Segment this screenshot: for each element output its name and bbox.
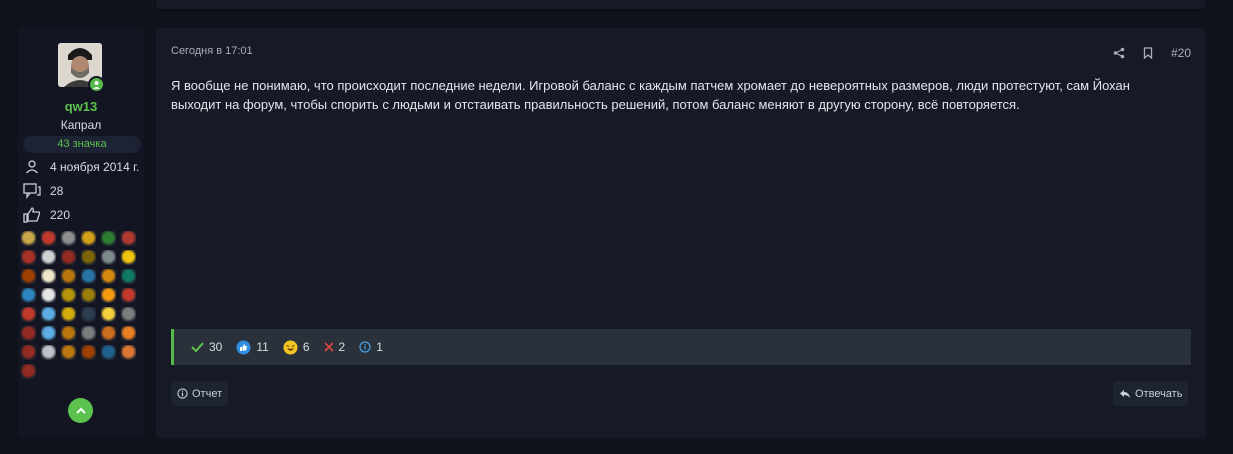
badge-icon[interactable] bbox=[81, 269, 96, 284]
stat-likes: 220 bbox=[21, 205, 70, 225]
reaction-item[interactable]: 30 bbox=[191, 340, 222, 354]
badge-icon[interactable] bbox=[121, 288, 136, 303]
badge-icon[interactable] bbox=[61, 307, 76, 322]
badge-icon[interactable] bbox=[41, 288, 56, 303]
info-circle-icon bbox=[177, 388, 188, 399]
badge-icon[interactable] bbox=[121, 307, 136, 322]
post-number-link[interactable]: #20 bbox=[1171, 46, 1191, 60]
badge-icon[interactable] bbox=[81, 307, 96, 322]
reaction-count: 11 bbox=[256, 340, 269, 354]
messages-count: 28 bbox=[50, 184, 64, 198]
user-icon bbox=[21, 157, 43, 177]
reply-icon bbox=[1119, 389, 1131, 399]
badge-icon[interactable] bbox=[21, 326, 36, 341]
messages-icon bbox=[21, 181, 43, 201]
badge-icon[interactable] bbox=[101, 269, 116, 284]
user-info-panel: qw13 Капрал 43 значка 4 ноября 2014 г. 2… bbox=[18, 28, 144, 438]
badge-icon[interactable] bbox=[21, 231, 36, 246]
reaction-count: 2 bbox=[338, 340, 346, 354]
likes-count: 220 bbox=[50, 208, 71, 222]
report-button[interactable]: Отчет bbox=[171, 381, 229, 406]
post-actions: #20 bbox=[1095, 46, 1191, 60]
badge-icon[interactable] bbox=[81, 326, 96, 341]
badge-icon[interactable] bbox=[41, 345, 56, 360]
reaction-count: 1 bbox=[376, 340, 383, 354]
reactions-bar[interactable]: 30 11 6 2 1 bbox=[171, 329, 1191, 365]
avatar-container[interactable] bbox=[58, 43, 105, 93]
reaction-count: 6 bbox=[302, 340, 310, 354]
badge-icon[interactable] bbox=[41, 307, 56, 322]
reaction-count: 30 bbox=[209, 340, 223, 354]
cross-icon bbox=[323, 342, 334, 352]
thumbs-up-icon bbox=[236, 340, 251, 355]
reaction-item[interactable]: 6 bbox=[283, 340, 310, 355]
badge-icon[interactable] bbox=[61, 326, 76, 341]
badge-icon[interactable] bbox=[21, 288, 36, 303]
reaction-item[interactable]: 11 bbox=[236, 340, 269, 355]
check-icon bbox=[191, 342, 204, 352]
badge-icon[interactable] bbox=[121, 269, 136, 284]
scroll-to-top-button[interactable] bbox=[68, 398, 93, 423]
previous-post-card bbox=[156, 0, 1206, 9]
share-button[interactable] bbox=[1113, 47, 1125, 59]
badge-icon[interactable] bbox=[121, 326, 136, 341]
badge-icon[interactable] bbox=[101, 288, 116, 303]
bookmark-icon bbox=[1143, 47, 1153, 59]
badge-icon[interactable] bbox=[21, 345, 36, 360]
laugh-icon bbox=[283, 340, 298, 355]
badge-icon[interactable] bbox=[101, 231, 116, 246]
info-icon bbox=[359, 341, 371, 353]
reaction-item[interactable]: 1 bbox=[359, 340, 383, 354]
stat-messages: 28 bbox=[21, 181, 63, 201]
user-badges bbox=[21, 231, 143, 379]
badge-icon[interactable] bbox=[121, 345, 136, 360]
thumbs-up-icon bbox=[21, 205, 43, 225]
user-rank: Капрал bbox=[60, 118, 102, 132]
bookmark-button[interactable] bbox=[1143, 47, 1153, 59]
badge-icon[interactable] bbox=[81, 345, 96, 360]
badge-icon[interactable] bbox=[41, 326, 56, 341]
badge-icon[interactable] bbox=[101, 345, 116, 360]
badge-icon[interactable] bbox=[21, 307, 36, 322]
badge-icon[interactable] bbox=[61, 288, 76, 303]
username-link[interactable]: qw13 bbox=[18, 99, 144, 114]
chevron-up-icon bbox=[75, 407, 86, 414]
badge-icon[interactable] bbox=[61, 231, 76, 246]
badge-icon[interactable] bbox=[101, 250, 116, 265]
online-status-icon bbox=[88, 76, 105, 93]
report-label: Отчет bbox=[192, 387, 223, 400]
badge-icon[interactable] bbox=[81, 250, 96, 265]
badge-icon[interactable] bbox=[61, 345, 76, 360]
badge-icon[interactable] bbox=[21, 269, 36, 284]
reaction-item[interactable]: 2 bbox=[323, 340, 346, 354]
badge-icon[interactable] bbox=[21, 364, 36, 379]
post-card: Сегодня в 17:01 #20 Я вообще не понимаю,… bbox=[156, 28, 1206, 438]
badge-icon[interactable] bbox=[81, 288, 96, 303]
reply-label: Отвечать bbox=[1135, 387, 1183, 400]
stat-joined: 4 ноября 2014 г. bbox=[21, 157, 139, 177]
post-date[interactable]: Сегодня в 17:01 bbox=[171, 45, 253, 57]
badge-icon[interactable] bbox=[101, 326, 116, 341]
badge-icon[interactable] bbox=[61, 250, 76, 265]
badge-icon[interactable] bbox=[41, 250, 56, 265]
badge-icon[interactable] bbox=[121, 231, 136, 246]
joined-date: 4 ноября 2014 г. bbox=[50, 160, 140, 174]
badge-icon[interactable] bbox=[61, 269, 76, 284]
reply-button[interactable]: Отвечать bbox=[1113, 381, 1189, 406]
badge-icon[interactable] bbox=[21, 250, 36, 265]
badge-icon[interactable] bbox=[41, 269, 56, 284]
share-icon bbox=[1113, 47, 1125, 59]
badge-icon[interactable] bbox=[121, 250, 136, 265]
badge-icon[interactable] bbox=[41, 231, 56, 246]
badge-icon[interactable] bbox=[101, 307, 116, 322]
badge-icon[interactable] bbox=[81, 231, 96, 246]
post-message-text: Я вообще не понимаю, что происходит посл… bbox=[171, 78, 1130, 112]
badges-count-link[interactable]: 43 значка bbox=[23, 136, 141, 153]
